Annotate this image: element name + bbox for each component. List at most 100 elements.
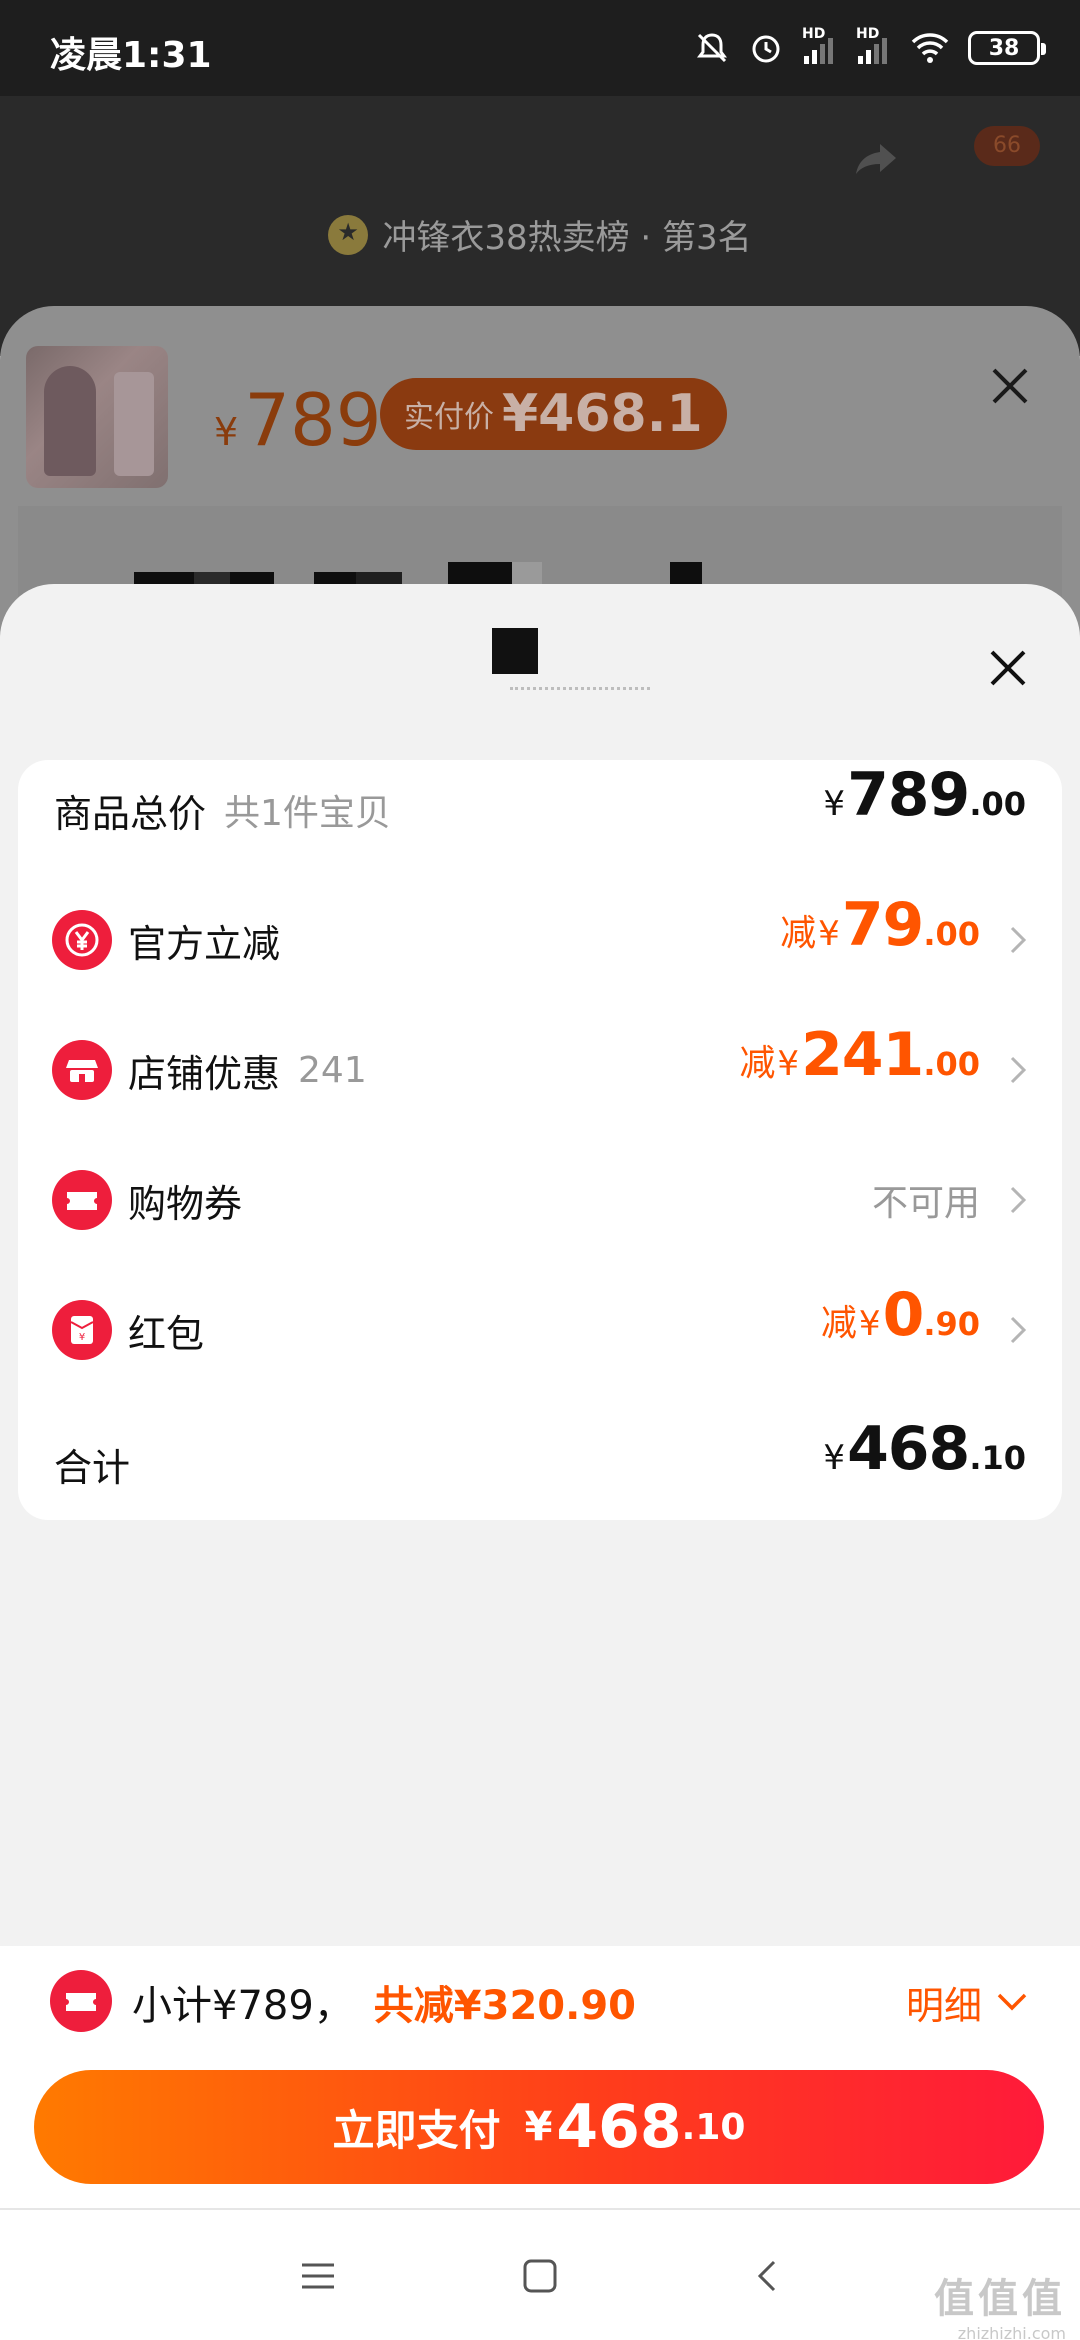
amount-decimal: .90 [923,1305,980,1343]
svg-text:¥: ¥ [79,1332,85,1343]
amount-decimal: .00 [923,1045,980,1083]
currency-symbol: ¥ [823,784,846,824]
menu-icon[interactable] [296,2254,340,2298]
subtotal-summary: 小计¥789， 共减¥320.90 [132,1972,636,2032]
amount-integer: 241 [801,1020,924,1090]
row-label: 店铺优惠 241 [128,1020,367,1120]
minus-prefix: 减 [820,1303,857,1344]
row-label: 合计 [54,1414,130,1514]
amount-integer: 0 [882,1280,925,1350]
amount-decimal: .00 [923,915,980,953]
ticket-icon [50,1970,112,2032]
row-title: 店铺优惠 [128,1051,281,1096]
product-thumbnail[interactable] [26,346,168,488]
mute-bell-icon [697,33,727,63]
currency-symbol: ¥ [524,2104,553,2150]
amount-integer: 79 [841,890,924,960]
row-amount: ¥ 468 .10 [823,1414,1026,1514]
system-nav-bar: 值值值 zhizhizhi.com [0,2208,1080,2340]
signal-2-icon: HD [856,26,892,66]
cart-badge: 66 [974,126,1040,166]
row-label: 购物券 [128,1150,242,1250]
rank-text: 冲锋衣38热卖榜 · 第3名 [382,218,752,258]
row-label: 红包 [128,1280,204,1380]
row-label: 官方立减 [128,890,280,990]
currency-symbol: ¥ [823,1438,846,1478]
pay-amount-integer: 468 [556,2092,682,2162]
item-count: 共1件宝贝 [224,793,391,834]
share-icon [856,144,896,174]
store-icon [52,1040,112,1100]
minus-prefix: 减 [780,913,817,954]
row-amount: 减 ¥ 79 .00 [780,890,980,990]
chevron-right-icon [1010,1186,1027,1214]
row-amount: 减 ¥ 0 .90 [821,1280,980,1380]
row-shopping-coupon[interactable]: 购物券 不可用 [18,1150,1062,1250]
close-icon[interactable] [988,648,1028,688]
detail-toggle[interactable]: 明细 [906,1972,1028,2032]
amount-integer: 468 [847,1414,970,1484]
pay-amount-decimal: .10 [681,2106,746,2148]
real-price-label: 实付价 [404,400,494,435]
signal-1-icon: HD [802,26,838,66]
rank-banner[interactable]: 冲锋衣38热卖榜 · 第3名 [0,210,1080,259]
watermark-url: zhizhizhi.com [957,2324,1066,2340]
row-total: 合计 ¥ 468 .10 [18,1414,1062,1514]
row-official-discount[interactable]: 官方立减 减 ¥ 79 .00 [18,890,1062,990]
hd-label: HD [856,26,880,42]
price-value: 789 [244,378,382,462]
discount-detail-sheet: 商品总价 共1件宝贝 ¥ 789 .00 官方立减 减 ¥ 79 .00 店铺优… [0,584,1080,1946]
red-packet-icon: ¥ [52,1300,112,1360]
watermark: 值值值 zhizhizhi.com [934,2266,1066,2340]
row-amount: ¥ 789 .00 [823,760,1026,860]
unavailable-text: 不可用 [871,1183,980,1224]
status-icons: HD HD 38 [694,24,1046,72]
watermark-logo: 值值值 [934,2276,1066,2322]
home-icon[interactable] [518,2254,562,2298]
detail-label: 明细 [905,1983,982,2028]
row-title: 红包 [128,1311,205,1356]
subtotal-text: 小计¥789， [132,1983,354,2029]
row-amount: 减 ¥ 241 .00 [739,1020,980,1120]
saved-text: 共减¥320.90 [373,1983,636,2029]
real-price-pill: 实付价 ¥468.1 [380,378,727,450]
redacted-title [492,628,538,674]
row-title: 合计 [54,1445,131,1490]
row-total-goods: 商品总价 共1件宝贝 ¥ 789 .00 [18,760,1062,860]
row-subvalue: 241 [298,1049,367,1091]
discount-card: 商品总价 共1件宝贝 ¥ 789 .00 官方立减 减 ¥ 79 .00 店铺优… [18,760,1062,1520]
currency-symbol: ¥ [214,410,239,454]
pay-label: 立即支付 [332,2105,501,2155]
battery-icon: 38 [968,31,1046,65]
real-price-value: ¥468.1 [502,384,703,444]
currency-symbol: ¥ [777,1044,800,1084]
chevron-right-icon [1010,926,1027,954]
row-red-packet[interactable]: ¥ 红包 减 ¥ 0 .90 [18,1280,1062,1380]
battery-level: 38 [988,35,1020,61]
row-title: 商品总价 [54,791,207,836]
hd-label: HD [802,26,826,42]
yen-coin-icon [52,910,112,970]
medal-icon [328,214,369,255]
pay-now-button[interactable]: 立即支付 ¥ 468 .10 [34,2070,1044,2184]
wifi-icon [911,33,949,63]
status-time: 凌晨1:31 [50,35,212,76]
ticket-icon [52,1170,112,1230]
amount-decimal: .10 [969,1439,1026,1477]
back-icon[interactable] [746,2254,790,2298]
currency-symbol: ¥ [818,914,840,954]
row-store-discount[interactable]: 店铺优惠 241 减 ¥ 241 .00 [18,1020,1062,1120]
currency-symbol: ¥ [858,1304,881,1344]
row-label: 商品总价 共1件宝贝 [54,760,391,860]
row-status: 不可用 [872,1150,980,1250]
amount-integer: 789 [847,760,970,830]
alarm-icon [752,35,780,63]
title-underline [510,680,650,690]
minus-prefix: 减 [739,1043,776,1084]
status-bar: 凌晨1:31 HD HD 38 [0,0,1080,96]
chevron-down-icon [997,1993,1027,2011]
close-icon[interactable] [990,366,1030,406]
row-title: 购物券 [128,1181,243,1226]
row-title: 官方立减 [128,921,281,966]
checkout-bar: 小计¥789， 共减¥320.90 明细 立即支付 ¥ 468 .10 [0,1946,1080,2208]
